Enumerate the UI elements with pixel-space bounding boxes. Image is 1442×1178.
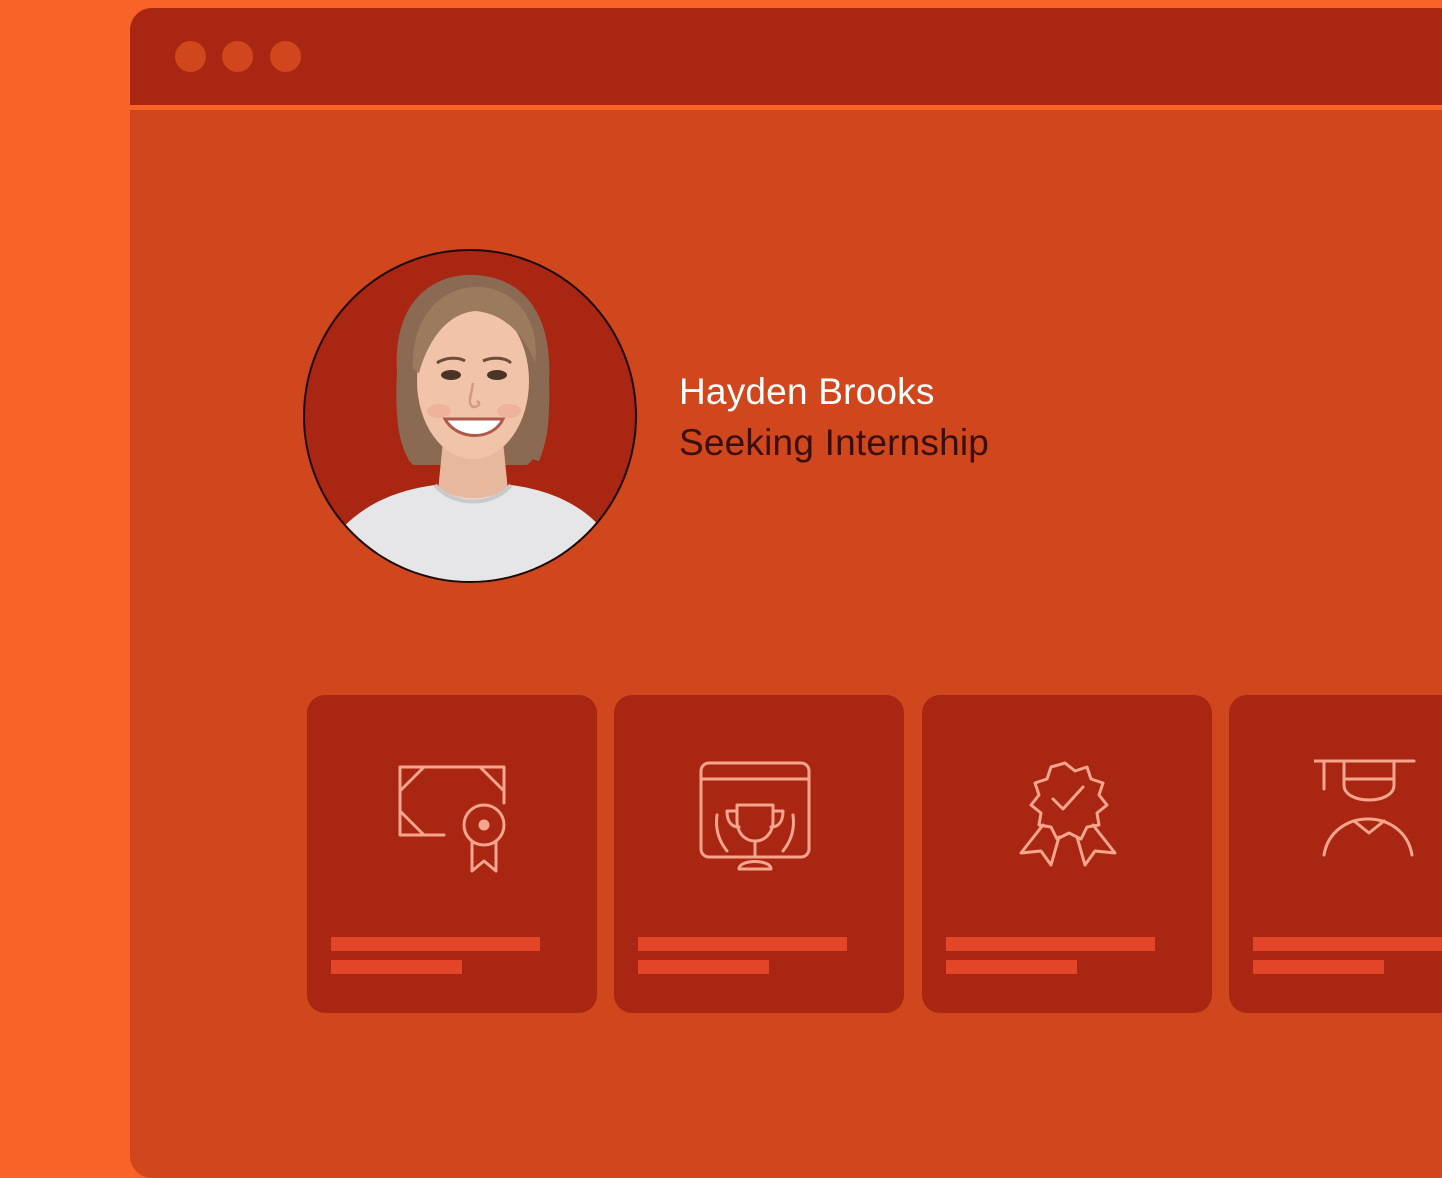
placeholder-title-bar [1253,937,1442,951]
certificate-icon [398,765,506,873]
avatar [303,249,637,583]
placeholder-subtitle-bar [946,960,1077,974]
placeholder-subtitle-bar [638,960,769,974]
placeholder-subtitle-bar [1253,960,1384,974]
profile-name: Hayden Brooks [679,371,935,412]
titlebar-divider [130,105,1442,110]
award-badge-icon [1019,761,1117,867]
profile-status: Seeking Internship [679,422,990,463]
card-award[interactable] [922,695,1212,1013]
window-titlebar [130,8,1442,105]
trophy-screen-icon [699,761,811,871]
card-certificate[interactable] [307,695,597,1013]
graduate-icon [1314,759,1416,857]
placeholder-title-bar [946,937,1155,951]
close-dot[interactable] [175,41,206,72]
maximize-dot[interactable] [270,41,301,72]
browser-window: Hayden Brooks Seeking Internship [130,8,1442,1178]
avatar-portrait [305,274,635,581]
card-graduate[interactable] [1229,695,1442,1013]
placeholder-subtitle-bar [331,960,462,974]
card-trophy[interactable] [614,695,904,1013]
minimize-dot[interactable] [222,41,253,72]
placeholder-title-bar [331,937,540,951]
placeholder-title-bar [638,937,847,951]
